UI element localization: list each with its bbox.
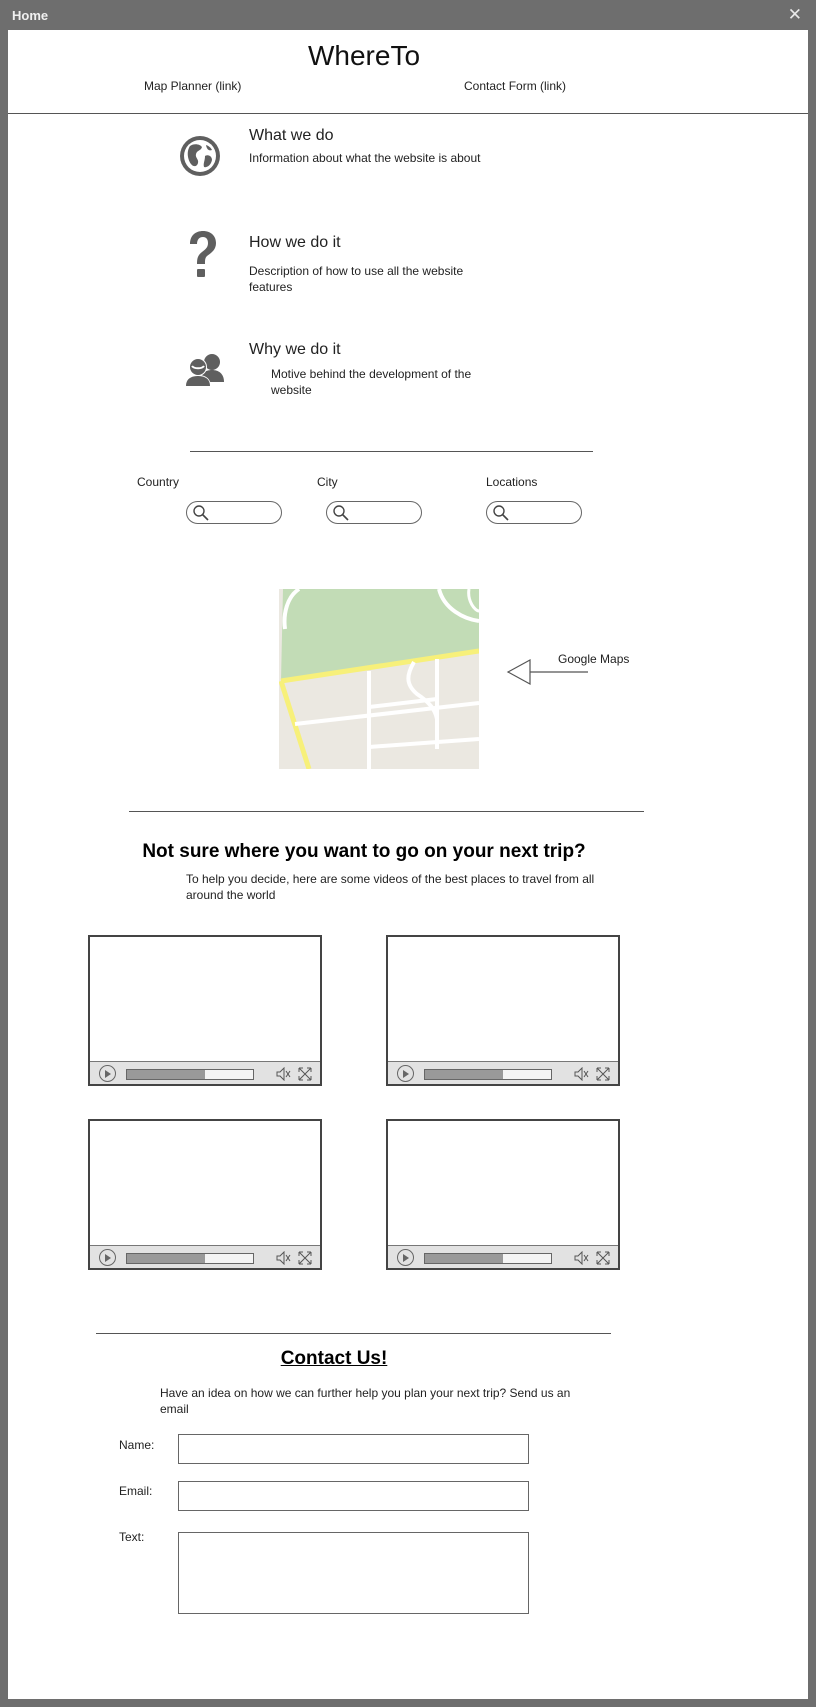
window-titlebar: Home ✕	[0, 0, 816, 30]
info-desc-how: Description of how to use all the websit…	[249, 264, 464, 294]
video-controls	[388, 1245, 618, 1268]
divider	[129, 811, 644, 812]
info-desc-why: Motive behind the development of the web…	[271, 367, 472, 397]
email-field[interactable]	[178, 1481, 529, 1511]
fullscreen-icon[interactable]	[596, 1251, 610, 1265]
people-icon	[184, 352, 228, 388]
divider	[96, 1333, 611, 1334]
google-maps-label: Google Maps	[558, 652, 630, 666]
volume-icon[interactable]	[276, 1251, 292, 1265]
map-image[interactable]	[278, 587, 480, 770]
volume-icon[interactable]	[574, 1067, 590, 1081]
play-icon[interactable]	[99, 1065, 116, 1082]
video-progress-bar[interactable]	[424, 1253, 552, 1264]
site-header: WhereTo Map Planner (link) Contact Form …	[8, 30, 808, 114]
country-label: Country	[137, 475, 180, 489]
city-search-input[interactable]	[326, 501, 422, 524]
video-controls	[388, 1061, 618, 1084]
nav-link-map-planner[interactable]: Map Planner (link)	[144, 79, 241, 93]
email-label: Email:	[119, 1484, 153, 1498]
info-title-what: What we do	[249, 127, 334, 144]
play-icon[interactable]	[99, 1249, 116, 1266]
info-title-how: How we do it	[249, 234, 341, 251]
page-content: WhereTo Map Planner (link) Contact Form …	[8, 30, 808, 1699]
video-progress-bar[interactable]	[424, 1069, 552, 1080]
volume-icon[interactable]	[276, 1067, 292, 1081]
window-title: Home	[12, 8, 49, 23]
contact-title: Contact Us!	[280, 1348, 388, 1369]
video-progress-bar[interactable]	[126, 1253, 254, 1264]
video-controls	[90, 1061, 320, 1084]
videos-heading: Not sure where you want to go on your ne…	[142, 841, 586, 862]
fullscreen-icon[interactable]	[298, 1251, 312, 1265]
video-controls	[90, 1245, 320, 1268]
country-search-input[interactable]	[186, 501, 282, 524]
fullscreen-icon[interactable]	[298, 1067, 312, 1081]
name-label: Name:	[119, 1438, 155, 1452]
video-player[interactable]	[88, 1119, 322, 1270]
search-icon	[333, 505, 349, 521]
city-label: City	[317, 475, 338, 489]
info-title-why: Why we do it	[249, 341, 341, 358]
divider	[190, 451, 593, 452]
name-field[interactable]	[178, 1434, 529, 1464]
search-icon	[493, 505, 509, 521]
text-label: Text:	[119, 1530, 145, 1544]
video-progress-bar[interactable]	[126, 1069, 254, 1080]
question-icon	[184, 230, 220, 284]
play-icon[interactable]	[397, 1249, 414, 1266]
search-icon	[193, 505, 209, 521]
play-icon[interactable]	[397, 1065, 414, 1082]
video-player[interactable]	[386, 1119, 620, 1270]
info-desc-what: Information about what the website is ab…	[249, 151, 481, 165]
fullscreen-icon[interactable]	[596, 1067, 610, 1081]
locations-search-input[interactable]	[486, 501, 582, 524]
brand-title: WhereTo	[307, 40, 421, 71]
globe-icon	[178, 134, 224, 180]
text-field[interactable]	[178, 1532, 529, 1614]
volume-icon[interactable]	[574, 1251, 590, 1265]
contact-description: Have an idea on how we can further help …	[160, 1386, 571, 1416]
video-player[interactable]	[386, 935, 620, 1086]
close-icon[interactable]: ✕	[788, 5, 802, 25]
locations-label: Locations	[486, 475, 538, 489]
video-player[interactable]	[88, 935, 322, 1086]
videos-description: To help you decide, here are some videos…	[186, 872, 595, 902]
nav-link-contact-form[interactable]: Contact Form (link)	[464, 79, 566, 93]
